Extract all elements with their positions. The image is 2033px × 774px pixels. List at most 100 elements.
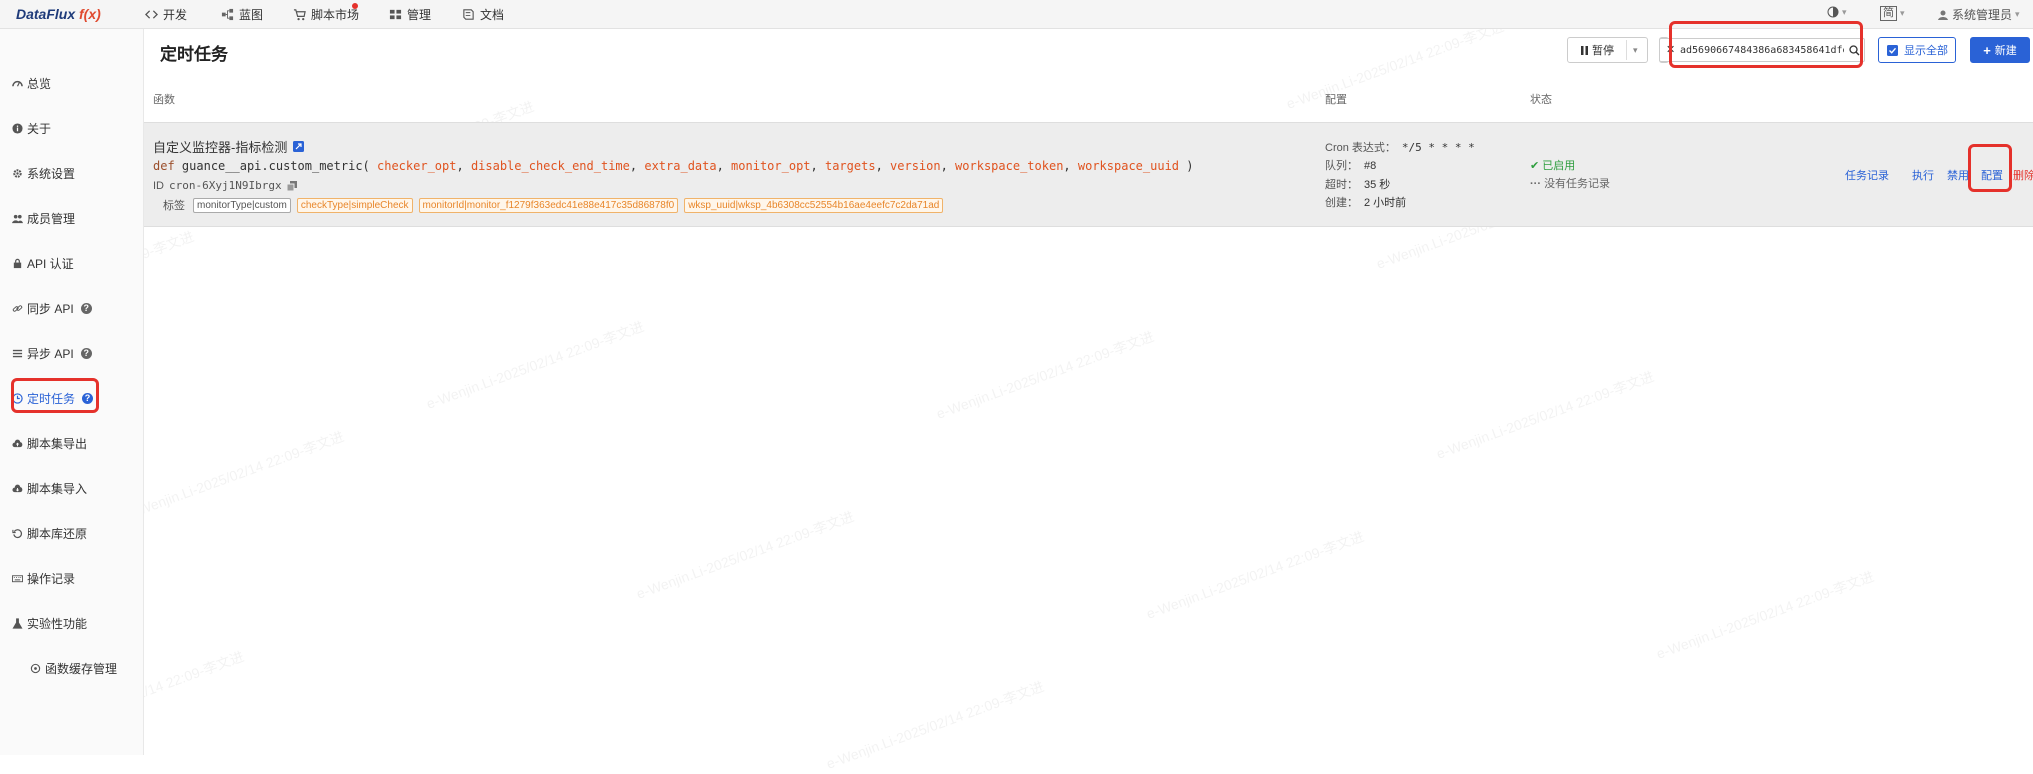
keyboard-icon <box>12 575 23 583</box>
notification-dot <box>352 3 358 9</box>
sidebar-item-operation-log[interactable]: 操作记录 <box>12 570 75 587</box>
sidebar-item-api-auth[interactable]: API 认证 <box>12 255 74 272</box>
user-icon <box>1938 10 1948 20</box>
queue-label: 队列： <box>1325 160 1358 172</box>
highlight-sidebar-cron <box>11 378 99 413</box>
nav-manage-label: 管理 <box>407 8 432 22</box>
run-link[interactable]: 执行 <box>1912 167 1934 183</box>
help-icon[interactable]: ? <box>80 348 92 359</box>
timeout-value: 35 秒 <box>1364 179 1391 191</box>
config-queue: 队列： #8 <box>1325 157 1376 173</box>
sidebar-item-experimental[interactable]: 实验性功能 <box>12 615 87 632</box>
nav-manage[interactable]: 管理 <box>389 6 431 23</box>
new-label: 新建 <box>1994 45 2017 57</box>
cloud-download-icon <box>12 484 23 493</box>
watermark: e-Wenjin.Li-2025/02/14 22:09-李文进 <box>1654 568 1876 662</box>
status-enabled-text: 已启用 <box>1542 160 1576 172</box>
show-all-label: 显示全部 <box>1904 45 1948 57</box>
show-all-button[interactable]: 显示全部 <box>1878 37 1956 63</box>
pause-label: 暂停 <box>1592 45 1614 57</box>
nav-docs-label: 文档 <box>480 8 505 22</box>
code-keyword: def <box>153 159 175 173</box>
grid-icon <box>389 9 402 20</box>
code-close: ) <box>1186 159 1194 173</box>
nav-market[interactable]: 脚本市场 <box>293 6 359 23</box>
sidebar-item-label: 异步 API <box>27 347 74 361</box>
code-arg: monitor_opt <box>731 159 811 173</box>
sidebar-item-sync-api[interactable]: 同步 API ? <box>12 300 92 317</box>
sidebar-item-script-import[interactable]: 脚本集导入 <box>12 480 87 497</box>
function-signature: def guance__api.custom_metric( checker_o… <box>153 159 1194 173</box>
disable-link[interactable]: 禁用 <box>1947 167 1969 183</box>
tag[interactable]: monitorId|monitor_f1279f363edc41e88e417c… <box>418 197 679 213</box>
cart-icon <box>293 9 306 21</box>
pause-button[interactable]: 暂停 ▾ <box>1567 37 1648 63</box>
sidebar-item-script-export[interactable]: 脚本集导出 <box>12 435 87 452</box>
checkbox-icon <box>1887 44 1898 56</box>
external-link-icon[interactable] <box>293 141 305 152</box>
watermark: e-Wenjin.Li-2025/02/14 22:09-李文进 <box>1144 528 1366 622</box>
circle-icon <box>30 663 41 674</box>
sidebar-item-label: 脚本集导出 <box>27 437 88 451</box>
cloud-upload-icon <box>12 439 23 448</box>
help-icon[interactable]: ? <box>80 303 92 314</box>
plus-icon: + <box>1983 42 1991 58</box>
timeout-label: 超时： <box>1325 179 1358 191</box>
pause-icon <box>1581 45 1588 55</box>
chevron-down-icon: ▾ <box>1900 8 1905 18</box>
sidebar-item-script-restore[interactable]: 脚本库还原 <box>12 525 87 542</box>
tag[interactable]: wksp_uuid|wksp_4b6308cc52554b16ae4eefc7c… <box>684 197 944 213</box>
chevron-down-icon: ▾ <box>1842 6 1847 17</box>
config-cron: Cron 表达式： */5 * * * * <box>1325 139 1475 155</box>
nav-dev[interactable]: 开发 <box>145 6 187 23</box>
book-icon <box>463 9 474 20</box>
watermark: e-Wenjin.Li-2025/02/14 22:09-李文进 <box>1434 368 1656 462</box>
config-created: 创建： 2 小时前 <box>1325 194 1406 210</box>
config-timeout: 超时： 35 秒 <box>1325 176 1390 192</box>
id-label: ID <box>153 179 164 192</box>
dashboard-icon <box>12 81 23 87</box>
check-icon: ✔ <box>1530 160 1540 172</box>
nav-blueprint-label: 蓝图 <box>239 8 264 22</box>
tag[interactable]: checkType|simpleCheck <box>296 197 413 213</box>
tags-label: 标签 <box>163 200 185 212</box>
sidebar-item-settings[interactable]: 系统设置 <box>12 165 75 182</box>
code-func-name: guance__api.custom_metric( <box>181 159 370 173</box>
column-header-status: 状态 <box>1530 94 1552 106</box>
user-menu[interactable]: 系统管理员 ▾ <box>1937 6 2020 23</box>
highlight-search <box>1669 21 1863 68</box>
theme-toggle[interactable]: ▾ <box>1827 6 1847 18</box>
status-no-record-text: 没有任务记录 <box>1544 178 1611 190</box>
status-no-record: ··· 没有任务记录 <box>1530 175 1610 191</box>
new-button[interactable]: + 新建 <box>1970 37 2030 63</box>
sidebar-item-overview[interactable]: 总览 <box>12 75 51 92</box>
code-arg: version <box>890 159 941 173</box>
task-id: ID cron-6Xyj1N9Ibrgx <box>153 179 297 192</box>
code-icon <box>145 10 158 19</box>
code-arg: disable_check_end_time <box>470 159 630 173</box>
tag[interactable]: monitorType|custom <box>193 197 291 213</box>
nav-market-label: 脚本市场 <box>311 8 360 22</box>
column-header-config: 配置 <box>1325 94 1347 106</box>
cron-value: */5 * * * * <box>1401 141 1475 154</box>
watermark: e-Wenjin.Li-2025/02/14 22:09-李文进 <box>634 508 856 602</box>
copy-icon[interactable] <box>286 180 297 191</box>
column-header-func: 函数 <box>153 94 175 106</box>
sidebar-item-members[interactable]: 成员管理 <box>12 210 75 227</box>
sidebar-item-func-cache[interactable]: 函数缓存管理 <box>30 660 117 677</box>
sidebar-item-async-api[interactable]: 异步 API ? <box>12 345 92 362</box>
sidebar-item-label: API 认证 <box>27 257 74 271</box>
page-title: 定时任务 <box>160 45 228 64</box>
sidebar-item-about[interactable]: 关于 <box>12 120 51 137</box>
restore-icon <box>12 529 22 539</box>
nav-docs[interactable]: 文档 <box>462 6 504 23</box>
nav-blueprint[interactable]: 蓝图 <box>221 6 263 23</box>
sidebar-item-label: 实验性功能 <box>27 617 88 631</box>
delete-link[interactable]: 删除 <box>2013 167 2033 183</box>
language-select[interactable]: 简 ▾ <box>1880 6 1905 21</box>
link-icon <box>12 305 23 312</box>
users-icon <box>12 214 23 224</box>
app-logo[interactable]: DataFlux f(x) <box>16 6 101 22</box>
task-history-link[interactable]: 任务记录 <box>1845 167 1889 183</box>
task-title: 自定义监控器-指标检测 <box>153 137 305 156</box>
